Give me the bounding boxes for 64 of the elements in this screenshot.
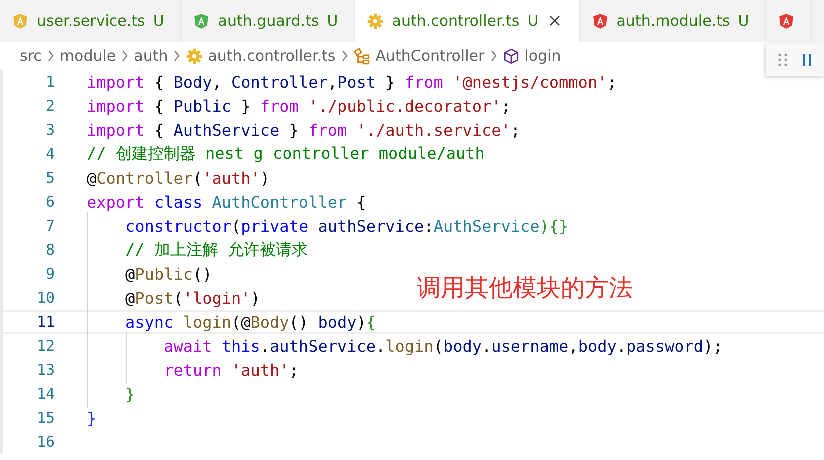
- gear-icon: [186, 48, 204, 64]
- angular-file-icon: [778, 12, 796, 30]
- editor-tab[interactable]: user.service.ts U: [0, 0, 182, 42]
- editor-tab[interactable]: auth.controller.ts U: [355, 0, 580, 42]
- chevron-icon: [340, 49, 349, 63]
- breadcrumb-item[interactable]: src: [20, 47, 42, 65]
- angular-file-icon: [193, 12, 210, 30]
- code-line: import { Public } from './public.decorator';: [87, 96, 511, 116]
- angular-file-icon: [592, 12, 609, 30]
- git-status: U: [327, 12, 338, 30]
- code-line: @Controller('auth'): [87, 168, 270, 188]
- line-number: 3: [44, 121, 55, 139]
- breadcrumb-item[interactable]: module: [60, 47, 116, 65]
- chevron-icon: [490, 49, 498, 63]
- git-status: U: [153, 12, 164, 30]
- line-number: 14: [36, 385, 55, 403]
- line-number: 2: [44, 97, 55, 115]
- code-line: constructor(private authService:AuthService){}: [124, 216, 569, 236]
- code-line: export class AuthController {: [87, 192, 366, 212]
- code-line: // 创建控制器 nest g controller module/auth: [87, 144, 485, 164]
- chevron-icon: [121, 49, 130, 63]
- cube-icon: [502, 48, 520, 64]
- angular-file-icon: [12, 12, 29, 30]
- editor-tab[interactable]: auth.module.ts U: [580, 0, 766, 42]
- breadcrumb-item[interactable]: auth.controller.ts: [208, 47, 336, 65]
- code-line: @Post('login'): [124, 288, 260, 308]
- line-number: 16: [36, 433, 55, 451]
- line-number: 10: [36, 289, 55, 307]
- line-number: 6: [44, 193, 55, 211]
- annotation-text: 调用其他模块的方法: [417, 273, 633, 304]
- code-line: }: [87, 408, 97, 428]
- line-number: 4: [44, 145, 55, 163]
- line-number: 11: [36, 313, 55, 331]
- line-number: 8: [44, 241, 55, 259]
- tab-label: auth.controller.ts: [392, 12, 520, 30]
- breadcrumb-item[interactable]: auth: [134, 47, 168, 65]
- gear-icon: [367, 12, 384, 30]
- git-status: U: [528, 12, 539, 30]
- code-line: // 加上注解 允许被请求: [124, 240, 308, 260]
- line-number: 5: [44, 169, 55, 187]
- tab-label: auth.module.ts: [616, 12, 730, 30]
- breadcrumb-item[interactable]: AuthController: [376, 47, 485, 65]
- line-number: 12: [36, 337, 55, 355]
- code-line: @Public(): [124, 264, 212, 284]
- line-number: 15: [36, 409, 55, 427]
- tab-label: user.service.ts: [37, 12, 146, 30]
- tab-label: auth.guard.ts: [218, 12, 320, 30]
- line-number: 13: [36, 361, 55, 379]
- drag-handle-icon[interactable]: [777, 52, 789, 68]
- git-status: U: [738, 12, 750, 30]
- code-line: async login(@Body() body){: [124, 312, 376, 332]
- chevron-icon: [46, 49, 55, 63]
- code-line: import { AuthService } from './auth.service';: [87, 120, 521, 140]
- code-line: import { Body, Controller,Post } from '@nestjs/common';: [87, 72, 617, 92]
- line-number: 1: [44, 73, 55, 91]
- code-line: return 'auth';: [163, 360, 299, 380]
- breadcrumb-item[interactable]: login: [524, 47, 562, 65]
- code-line: }: [124, 384, 136, 404]
- code-line: await this.authService.login(body.username,body.password);: [163, 336, 723, 356]
- line-number: 7: [44, 217, 55, 235]
- pause-icon[interactable]: [801, 52, 813, 68]
- line-number: 9: [44, 265, 55, 283]
- class-icon: [354, 48, 371, 64]
- chevron-icon: [173, 49, 182, 63]
